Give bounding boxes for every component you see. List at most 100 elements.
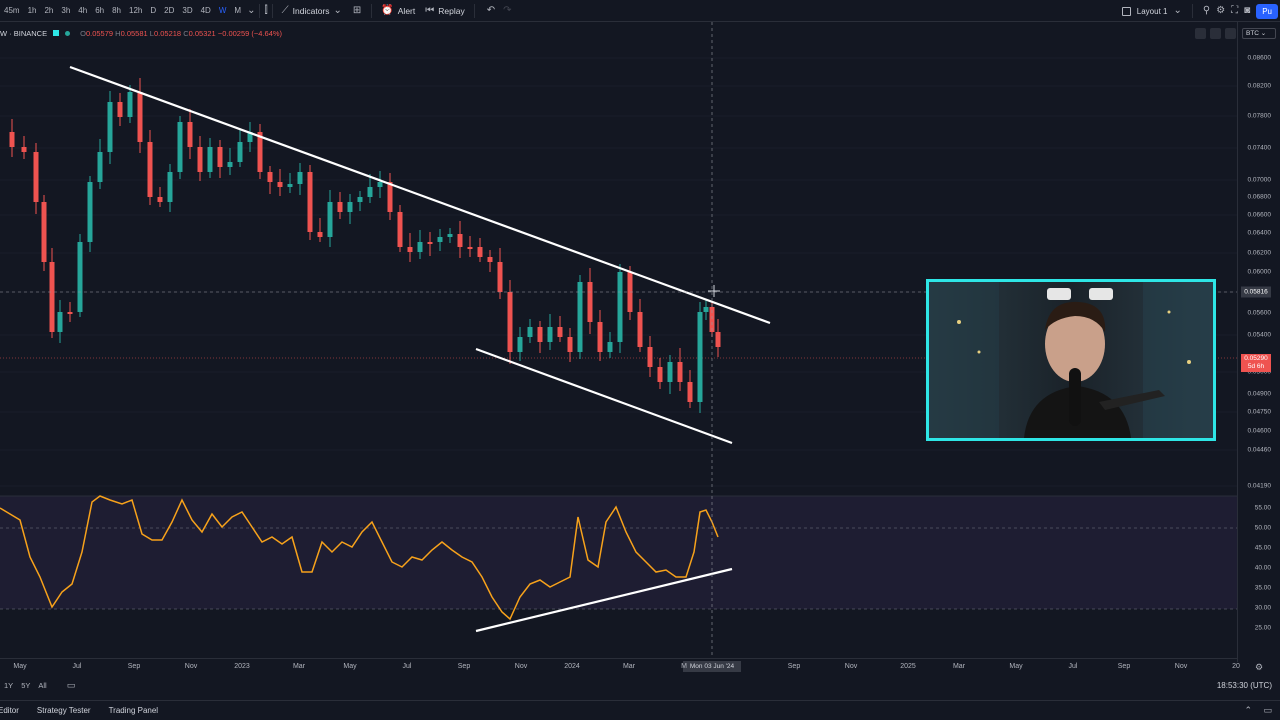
grid-icon[interactable]: ⊞ [353,5,361,16]
interval-3h[interactable]: 3h [57,0,74,22]
panel-tab-editor[interactable]: Editor [0,706,19,715]
chevron-down-icon[interactable]: ⌄ [1173,6,1181,16]
interval-2d[interactable]: 2D [160,0,178,22]
maximize-panel-icon[interactable]: ▭ [1263,705,1272,716]
time-label: 20 [1232,663,1240,670]
layout-icon[interactable] [1121,6,1131,16]
candle-body [177,122,183,172]
chevron-down-icon[interactable]: ⌄ [247,5,255,16]
range-1y[interactable]: 1Y [0,681,17,690]
indicators-button[interactable]: ⟋ Indicators ⌄ [277,0,347,22]
panel-tab-strategy-tester[interactable]: Strategy Tester [37,706,91,715]
interval-m[interactable]: M [230,0,245,22]
candle-body [49,262,55,332]
interval-4h[interactable]: 4h [74,0,91,22]
candle-body [557,327,563,337]
price-label: 0.04190 [1247,482,1272,490]
time-label: Mar [292,663,306,670]
replay-button[interactable]: ⏮ Replay [420,0,469,22]
candle-body [487,257,493,262]
candle-body [9,132,15,147]
time-label: Nov [1174,663,1188,670]
candle-body [33,152,39,202]
collapse-panel-icon[interactable]: ⌃ [1244,705,1252,716]
camera-icon[interactable]: ◙ [1244,6,1250,16]
undo-icon[interactable]: ↶ [487,5,495,16]
interval-4d[interactable]: 4D [197,0,215,22]
rsi-level-label: 30.00 [1254,604,1271,612]
descending-support-trendline[interactable] [475,347,733,445]
candle-body [567,337,573,352]
candle-body [127,92,133,117]
interval-6h[interactable]: 6h [91,0,108,22]
candle-body [547,327,553,342]
time-label: Mar [952,663,966,670]
toolbar-divider [271,3,273,18]
interval-12h[interactable]: 12h [125,0,146,22]
candle-body [397,212,403,247]
bar-countdown: 5d 6h [1247,363,1265,370]
interval-w[interactable]: W [215,0,231,22]
range-all[interactable]: All [34,681,50,690]
axis-settings-icon[interactable]: ⚙ [1255,662,1263,673]
interval-8h[interactable]: 8h [108,0,125,22]
candle-body [307,172,313,232]
price-label: 0.04460 [1247,446,1272,454]
interval-d[interactable]: D [146,0,160,22]
candle-body [657,367,663,382]
time-label: Sep [1117,663,1131,670]
candle-body [107,102,113,152]
candle-body [587,282,593,322]
price-label: 0.06600 [1247,211,1272,219]
candle-body [21,147,27,152]
interval-1h[interactable]: 1h [24,0,41,22]
range-5y[interactable]: 5Y [17,681,34,690]
panel-tabs: Editor Strategy Tester Trading Panel [0,706,176,715]
candle-body [327,202,333,237]
toolbar-divider [1191,4,1193,18]
price-label: 0.08200 [1247,82,1272,90]
candle-body [357,197,363,202]
calendar-icon[interactable]: ▭ [67,680,76,691]
time-axis[interactable]: Mon 03 Jun '24 ⚙ May Jul Sep Nov 2023 Mar May J… [0,658,1263,674]
candle-body [297,172,303,184]
descending-resistance-trendline[interactable] [69,65,771,325]
fullscreen-icon[interactable]: ⛶ [1231,6,1238,16]
candle-body [715,332,721,347]
panel-tab-trading-panel[interactable]: Trading Panel [109,706,159,715]
layout-label[interactable]: Layout 1 [1137,7,1168,16]
gear-icon[interactable]: ⚙ [1216,6,1225,16]
publish-button[interactable]: Pu [1256,3,1278,19]
price-label: 0.07400 [1247,144,1272,152]
replay-label: Replay [438,5,465,16]
price-axis[interactable]: 0.08600 0.08200 0.07800 0.07400 0.07000 0.068… [1237,22,1280,662]
candle-body [527,327,533,337]
bar-type-icon[interactable]: ⫿ [264,5,267,16]
alert-button[interactable]: ⏰ Alert [376,0,420,22]
quick-search-icon[interactable]: ⚲ [1203,6,1210,16]
price-label: 0.08600 [1247,54,1272,62]
range-buttons: 1Y 5Y All [0,681,51,690]
candle-body [507,292,513,352]
last-price-tag: 0.05290 5d 6h [1241,354,1271,372]
candle-body [457,234,463,247]
redo-icon[interactable]: ↷ [503,5,511,16]
time-label: M [681,663,687,670]
candle-body [437,237,443,242]
timezone-clock[interactable]: 18:53:30 (UTC) [1217,681,1272,690]
interval-3d[interactable]: 3D [178,0,196,22]
interval-2h[interactable]: 2h [40,0,57,22]
price-label: 0.05400 [1247,331,1272,339]
candle-body [677,362,683,382]
candle-body [517,337,523,352]
rsi-level-label: 35.00 [1254,584,1271,592]
candle-body [147,142,153,197]
candlestick-series [9,78,721,413]
alert-label: Alert [397,5,416,16]
rsi-level-label: 50.00 [1254,524,1271,532]
interval-45m[interactable]: 45m [0,0,24,22]
candle-body [217,147,223,167]
time-label: Sep [787,663,801,670]
candle-body [577,282,583,352]
candle-body [637,312,643,347]
